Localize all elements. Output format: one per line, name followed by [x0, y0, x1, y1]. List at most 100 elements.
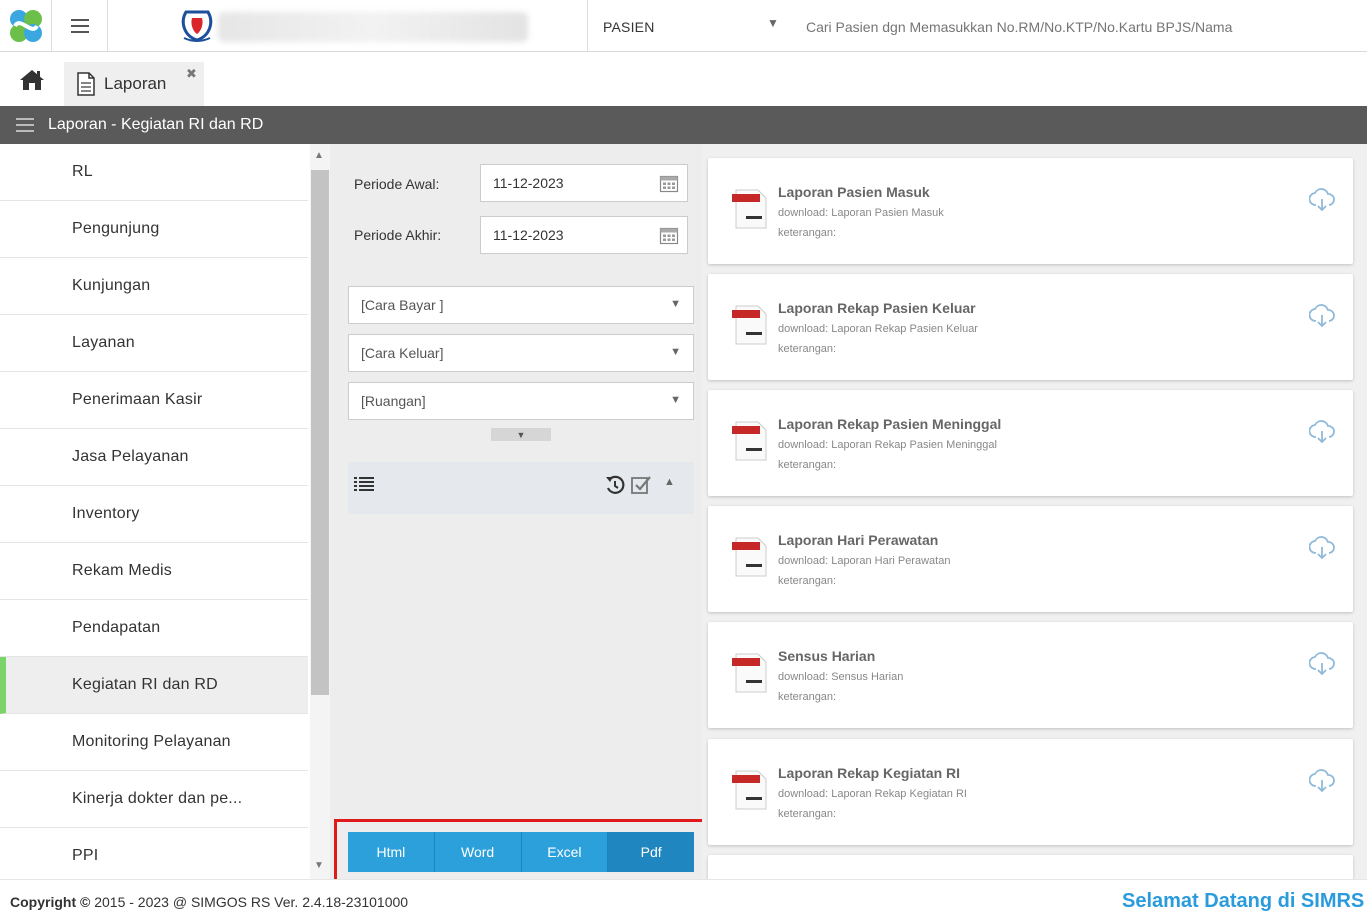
sidebar-scroll-thumb[interactable]: [311, 170, 329, 695]
report-card[interactable]: Laporan Pasien Masuk download: Laporan P…: [708, 158, 1353, 264]
hamburger-icon[interactable]: [16, 118, 34, 132]
list-icon[interactable]: [354, 476, 374, 492]
top-navbar: PASIEN ▼: [0, 0, 1367, 52]
report-download-text: download: Laporan Rekap Pasien Meninggal: [778, 439, 997, 451]
report-card[interactable]: Sensus Harian download: Sensus Harian ke…: [708, 622, 1353, 728]
copyright-icon: ©: [80, 894, 91, 910]
hamburger-icon: [70, 19, 89, 33]
pdf-file-icon: [732, 189, 767, 229]
chevron-down-icon: ▼: [670, 298, 681, 310]
report-card[interactable]: Laporan Rekap Kegiatan RI download: Lapo…: [708, 739, 1353, 845]
cloud-download-icon[interactable]: [1309, 536, 1335, 560]
sidebar-item-penerimaan-kasir[interactable]: Penerimaan Kasir: [0, 372, 308, 429]
calendar-icon[interactable]: [659, 225, 679, 245]
pdf-file-icon: [732, 770, 767, 810]
calendar-icon[interactable]: [659, 173, 679, 193]
hospital-logo-icon: [181, 10, 213, 42]
copyright-label: Copyright: [10, 894, 77, 910]
cloud-download-icon[interactable]: [1309, 420, 1335, 444]
report-card[interactable]: Laporan Hari Perawatan download: Laporan…: [708, 506, 1353, 612]
report-download-text: download: Laporan Pasien Masuk: [778, 207, 944, 219]
app-logo[interactable]: [0, 0, 52, 52]
sidebar-item-pendapatan[interactable]: Pendapatan: [0, 600, 308, 657]
hospital-brand: [108, 0, 588, 52]
report-keterangan: keterangan:: [778, 227, 837, 239]
periode-awal-label: Periode Awal:: [354, 176, 440, 192]
report-keterangan: keterangan:: [778, 459, 837, 471]
cara-keluar-select[interactable]: [Cara Keluar] ▼: [348, 334, 694, 372]
report-keterangan: keterangan:: [778, 343, 837, 355]
cloud-download-icon[interactable]: [1309, 188, 1335, 212]
report-download-text: download: Laporan Rekap Pasien Keluar: [778, 323, 978, 335]
sidebar-item-kegiatan-ri-rd[interactable]: Kegiatan RI dan RD: [0, 657, 308, 714]
report-keterangan: keterangan:: [778, 575, 837, 587]
sidebar-item-rl[interactable]: RL: [0, 144, 308, 201]
sidebar-item-inventory[interactable]: Inventory: [0, 486, 308, 543]
report-keterangan: keterangan:: [778, 808, 837, 820]
copyright-version: 2015 - 2023 @ SIMGOS RS Ver. 2.4.18-2310…: [94, 894, 409, 910]
sidebar-item-ppi[interactable]: PPI: [0, 828, 308, 879]
sidebar-item-monitoring-pelayanan[interactable]: Monitoring Pelayanan: [0, 714, 308, 771]
home-icon: [20, 70, 44, 90]
patient-search-input[interactable]: [806, 19, 1346, 35]
tab-laporan[interactable]: Laporan: [64, 62, 204, 106]
cara-bayar-select[interactable]: [Cara Bayar ] ▼: [348, 286, 694, 324]
app-logo-icon: [9, 10, 42, 42]
search-type-select[interactable]: PASIEN: [603, 19, 655, 35]
check-icon[interactable]: [630, 474, 652, 496]
sidebar-item-kinerja-dokter[interactable]: Kinerja dokter dan pe...: [0, 771, 308, 828]
expand-filter-button[interactable]: ▼: [491, 428, 551, 441]
sidebar-item-rekam-medis[interactable]: Rekam Medis: [0, 543, 308, 600]
section-header: Laporan - Kegiatan RI dan RD: [0, 106, 1367, 144]
chevron-down-icon: ▼: [670, 394, 681, 406]
report-card[interactable]: Laporan Rekap Pasien Keluar download: La…: [708, 274, 1353, 380]
report-title: Laporan Pasien Masuk: [778, 184, 930, 200]
report-download-text: download: Sensus Harian: [778, 671, 904, 683]
cara-keluar-value: [Cara Keluar]: [361, 345, 444, 361]
report-title: Laporan Hari Perawatan: [778, 532, 939, 548]
chevron-down-icon: ▼: [516, 429, 526, 440]
report-download-text: download: Laporan Rekap Kegiatan RI: [778, 788, 967, 800]
pdf-file-icon: [732, 305, 767, 345]
chevron-up-icon[interactable]: ▲: [664, 476, 675, 488]
tab-label: Laporan: [104, 74, 167, 93]
report-title: Laporan Rekap Kegiatan RI: [778, 765, 961, 781]
pdf-file-icon: [732, 653, 767, 693]
page-title: Laporan - Kegiatan RI dan RD: [48, 116, 264, 133]
ruangan-value: [Ruangan]: [361, 393, 426, 409]
ruangan-select[interactable]: [Ruangan] ▼: [348, 382, 694, 420]
chevron-down-icon: ▼: [670, 346, 681, 358]
periode-awal-field[interactable]: 11-12-2023: [480, 164, 688, 202]
sidebar-item-kunjungan[interactable]: Kunjungan: [0, 258, 308, 315]
report-category-sidebar: RL Pengunjung Kunjungan Layanan Penerima…: [0, 144, 308, 879]
welcome-marquee: Selamat Datang di SIMRS: [1122, 890, 1365, 912]
close-icon[interactable]: ✖: [186, 66, 197, 82]
hospital-name-redacted: [218, 12, 528, 42]
report-keterangan: keterangan:: [778, 691, 837, 703]
sidebar-item-pengunjung[interactable]: Pengunjung: [0, 201, 308, 258]
sidebar-item-jasa-pelayanan[interactable]: Jasa Pelayanan: [0, 429, 308, 486]
menu-toggle-button[interactable]: [52, 0, 108, 52]
cloud-download-icon[interactable]: [1309, 304, 1335, 328]
report-title: Laporan Rekap Pasien Keluar: [778, 300, 976, 316]
periode-awal-value: 11-12-2023: [493, 175, 564, 191]
pdf-file-icon: [732, 537, 767, 577]
scroll-down-icon[interactable]: ▼: [314, 860, 324, 871]
periode-akhir-label: Periode Akhir:: [354, 227, 442, 243]
tab-bar: [0, 52, 1367, 106]
pdf-file-icon: [732, 421, 767, 461]
chevron-down-icon[interactable]: ▼: [767, 16, 779, 30]
copyright-text: Copyright © 2015 - 2023 @ SIMGOS RS Ver.…: [10, 894, 408, 910]
sidebar-item-layanan[interactable]: Layanan: [0, 315, 308, 372]
cloud-download-icon[interactable]: [1309, 769, 1335, 793]
refresh-icon[interactable]: [604, 474, 626, 496]
report-title: Sensus Harian: [778, 648, 876, 664]
home-button[interactable]: [18, 68, 46, 98]
periode-akhir-field[interactable]: 11-12-2023: [480, 216, 688, 254]
list-toolbar: ▲: [348, 462, 694, 514]
periode-akhir-value: 11-12-2023: [493, 227, 564, 243]
scroll-up-icon[interactable]: ▲: [314, 150, 324, 161]
report-download-text: download: Laporan Hari Perawatan: [778, 555, 951, 567]
cloud-download-icon[interactable]: [1309, 652, 1335, 676]
report-card[interactable]: Laporan Rekap Pasien Meninggal download:…: [708, 390, 1353, 496]
